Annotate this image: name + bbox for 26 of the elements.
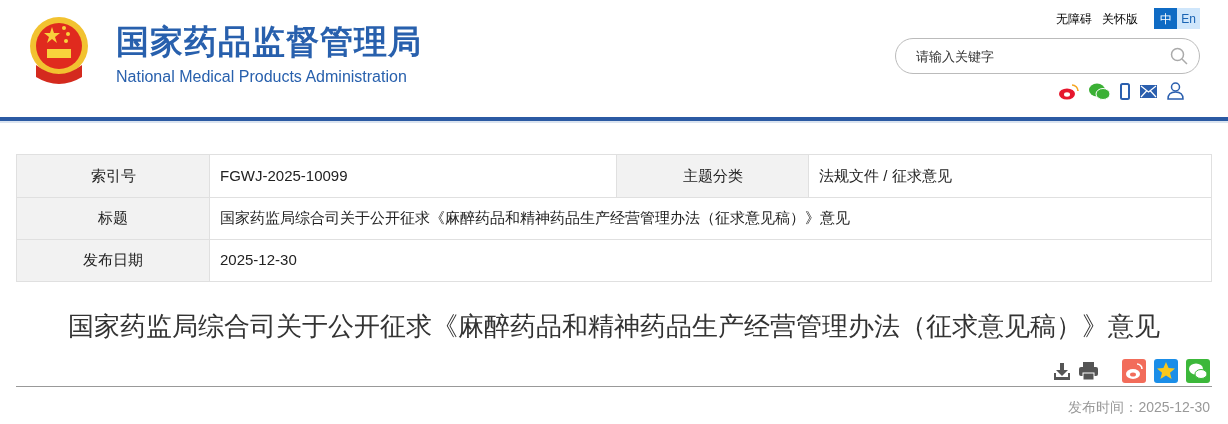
search-field[interactable]: 请输入关键字 [895, 38, 1200, 74]
table-label-cell: 索引号 [17, 155, 209, 197]
publish-time: 发布时间：2025-12-30 [1068, 398, 1211, 417]
user-icon[interactable] [1167, 82, 1184, 100]
table-cell: 法规文件 / 征求意见 [808, 155, 1211, 197]
table-label-cell: 主题分类 [616, 155, 808, 197]
star-share-icon[interactable] [1154, 359, 1178, 383]
header-link[interactable]: 关怀版 [1102, 9, 1138, 28]
header-link[interactable]: 无障碍 [1056, 9, 1092, 28]
phone-icon[interactable] [1120, 82, 1130, 100]
print-icon[interactable] [1079, 362, 1098, 380]
article-title: 国家药监局综合司关于公开征求《麻醉药品和精神药品生产经营管理办法（征求意见稿）》意见 [67, 310, 1161, 343]
table-cell: 2025-12-30 [209, 240, 1211, 281]
site-title: 国家药品监督管理局 [116, 22, 422, 62]
mail-icon[interactable] [1140, 84, 1157, 98]
table-label-cell: 标题 [17, 198, 209, 239]
download-icon[interactable] [1053, 362, 1071, 380]
weibo-icon[interactable] [1059, 82, 1079, 100]
language-tab[interactable]: 中 [1154, 8, 1177, 29]
site-subtitle: National Medical Products Administration [116, 67, 408, 87]
wechat-icon[interactable] [1089, 82, 1110, 100]
weibo-share-icon[interactable] [1122, 359, 1146, 383]
table-cell: 国家药监局综合司关于公开征求《麻醉药品和精神药品生产经营管理办法（征求意见稿）》意见 [209, 198, 1211, 239]
wechat-share-icon[interactable] [1186, 359, 1210, 383]
table-label-cell: 发布日期 [17, 240, 209, 281]
language-tab[interactable]: En [1177, 8, 1200, 29]
